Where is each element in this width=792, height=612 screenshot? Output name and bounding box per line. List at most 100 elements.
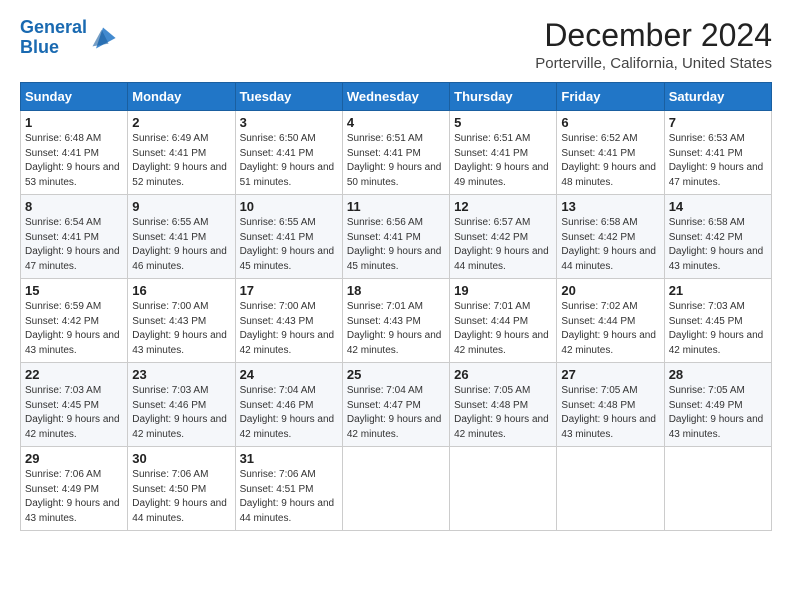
subtitle: Porterville, California, United States <box>535 55 772 72</box>
day-number: 16 <box>132 283 230 298</box>
day-number: 2 <box>132 115 230 130</box>
day-cell: 22 Sunrise: 7:03 AMSunset: 4:45 PMDayligh… <box>21 363 128 447</box>
day-info: Sunrise: 7:00 AMSunset: 4:43 PMDaylight:… <box>240 300 338 358</box>
day-number: 10 <box>240 199 338 214</box>
day-cell: 27Sunrise: 7:05 AMSunset: 4:48 PMDayligh… <box>557 363 664 447</box>
header: General Blue December 2024 Porterville, … <box>20 18 772 72</box>
day-info: Sunrise: 6:57 AMSunset: 4:42 PMDaylight:… <box>454 216 552 274</box>
day-number: 9 <box>132 199 230 214</box>
logo-blue: Blue <box>20 37 59 57</box>
day-info: Sunrise: 6:55 AMSunset: 4:41 PMDaylight:… <box>132 216 230 274</box>
day-number: 28 <box>669 367 767 382</box>
day-of-week-row: SundayMondayTuesdayWednesdayThursdayFrid… <box>21 83 772 111</box>
day-cell: 19Sunrise: 7:01 AMSunset: 4:44 PMDayligh… <box>450 279 557 363</box>
day-info: Sunrise: 7:04 AMSunset: 4:46 PMDaylight:… <box>240 384 338 442</box>
day-number: 18 <box>347 283 445 298</box>
day-info: Sunrise: 7:01 AMSunset: 4:43 PMDaylight:… <box>347 300 445 358</box>
day-info: Sunrise: 7:01 AMSunset: 4:44 PMDaylight:… <box>454 300 552 358</box>
day-cell: 5 Sunrise: 6:51 AMSunset: 4:41 PMDaylight… <box>450 111 557 195</box>
day-info: Sunrise: 7:05 AMSunset: 4:48 PMDaylight:… <box>454 384 552 442</box>
week-row-4: 22 Sunrise: 7:03 AMSunset: 4:45 PMDayligh… <box>21 363 772 447</box>
day-number: 4 <box>347 115 445 130</box>
day-number: 5 <box>454 115 552 130</box>
logo-text: General Blue <box>20 18 87 58</box>
day-cell <box>450 447 557 531</box>
day-info: Sunrise: 6:58 AMSunset: 4:42 PMDaylight:… <box>669 216 767 274</box>
day-cell: 3 Sunrise: 6:50 AMSunset: 4:41 PMDaylight… <box>235 111 342 195</box>
day-cell: 24Sunrise: 7:04 AMSunset: 4:46 PMDayligh… <box>235 363 342 447</box>
calendar-body: 1 Sunrise: 6:48 AMSunset: 4:41 PMDaylight… <box>21 111 772 531</box>
day-number: 31 <box>240 451 338 466</box>
day-number: 15 <box>25 283 123 298</box>
day-number: 23 <box>132 367 230 382</box>
day-info: Sunrise: 7:04 AMSunset: 4:47 PMDaylight:… <box>347 384 445 442</box>
day-cell: 15Sunrise: 6:59 AMSunset: 4:42 PMDayligh… <box>21 279 128 363</box>
day-info: Sunrise: 6:58 AMSunset: 4:42 PMDaylight:… <box>561 216 659 274</box>
day-cell: 8 Sunrise: 6:54 AMSunset: 4:41 PMDaylight… <box>21 195 128 279</box>
day-cell: 4 Sunrise: 6:51 AMSunset: 4:41 PMDaylight… <box>342 111 449 195</box>
main-title: December 2024 <box>535 18 772 53</box>
day-cell: 25 Sunrise: 7:04 AMSunset: 4:47 PMDayligh… <box>342 363 449 447</box>
day-cell: 17 Sunrise: 7:00 AMSunset: 4:43 PMDayligh… <box>235 279 342 363</box>
day-cell: 18 Sunrise: 7:01 AMSunset: 4:43 PMDayligh… <box>342 279 449 363</box>
day-cell: 9 Sunrise: 6:55 AMSunset: 4:41 PMDaylight… <box>128 195 235 279</box>
day-number: 12 <box>454 199 552 214</box>
day-cell: 7Sunrise: 6:53 AMSunset: 4:41 PMDaylight… <box>664 111 771 195</box>
dow-header-saturday: Saturday <box>664 83 771 111</box>
day-info: Sunrise: 7:06 AMSunset: 4:51 PMDaylight:… <box>240 468 338 526</box>
day-info: Sunrise: 7:06 AMSunset: 4:49 PMDaylight:… <box>25 468 123 526</box>
day-cell: 13 Sunrise: 6:58 AMSunset: 4:42 PMDayligh… <box>557 195 664 279</box>
day-info: Sunrise: 7:02 AMSunset: 4:44 PMDaylight:… <box>561 300 659 358</box>
day-number: 14 <box>669 199 767 214</box>
day-cell <box>342 447 449 531</box>
day-info: Sunrise: 7:03 AMSunset: 4:45 PMDaylight:… <box>669 300 767 358</box>
day-number: 17 <box>240 283 338 298</box>
day-number: 22 <box>25 367 123 382</box>
day-number: 11 <box>347 199 445 214</box>
day-cell: 16 Sunrise: 7:00 AMSunset: 4:43 PMDayligh… <box>128 279 235 363</box>
day-number: 13 <box>561 199 659 214</box>
day-info: Sunrise: 7:03 AMSunset: 4:45 PMDaylight:… <box>25 384 123 442</box>
day-cell <box>557 447 664 531</box>
day-info: Sunrise: 6:55 AMSunset: 4:41 PMDaylight:… <box>240 216 338 274</box>
day-info: Sunrise: 6:54 AMSunset: 4:41 PMDaylight:… <box>25 216 123 274</box>
day-number: 27 <box>561 367 659 382</box>
day-info: Sunrise: 6:51 AMSunset: 4:41 PMDaylight:… <box>347 132 445 190</box>
week-row-2: 8 Sunrise: 6:54 AMSunset: 4:41 PMDaylight… <box>21 195 772 279</box>
day-cell: 30Sunrise: 7:06 AMSunset: 4:50 PMDayligh… <box>128 447 235 531</box>
day-cell: 31 Sunrise: 7:06 AMSunset: 4:51 PMDayligh… <box>235 447 342 531</box>
calendar-table: SundayMondayTuesdayWednesdayThursdayFrid… <box>20 82 772 531</box>
day-info: Sunrise: 7:00 AMSunset: 4:43 PMDaylight:… <box>132 300 230 358</box>
logo: General Blue <box>20 18 117 58</box>
day-number: 3 <box>240 115 338 130</box>
day-cell: 10 Sunrise: 6:55 AMSunset: 4:41 PMDayligh… <box>235 195 342 279</box>
day-info: Sunrise: 6:49 AMSunset: 4:41 PMDaylight:… <box>132 132 230 190</box>
day-number: 25 <box>347 367 445 382</box>
day-cell: 11Sunrise: 6:56 AMSunset: 4:41 PMDayligh… <box>342 195 449 279</box>
day-info: Sunrise: 6:51 AMSunset: 4:41 PMDaylight:… <box>454 132 552 190</box>
day-cell: 21Sunrise: 7:03 AMSunset: 4:45 PMDayligh… <box>664 279 771 363</box>
dow-header-wednesday: Wednesday <box>342 83 449 111</box>
day-info: Sunrise: 6:48 AMSunset: 4:41 PMDaylight:… <box>25 132 123 190</box>
day-number: 30 <box>132 451 230 466</box>
day-number: 20 <box>561 283 659 298</box>
day-info: Sunrise: 7:05 AMSunset: 4:49 PMDaylight:… <box>669 384 767 442</box>
day-number: 29 <box>25 451 123 466</box>
day-number: 7 <box>669 115 767 130</box>
day-cell: 26Sunrise: 7:05 AMSunset: 4:48 PMDayligh… <box>450 363 557 447</box>
dow-header-friday: Friday <box>557 83 664 111</box>
day-cell: 14 Sunrise: 6:58 AMSunset: 4:42 PMDayligh… <box>664 195 771 279</box>
dow-header-monday: Monday <box>128 83 235 111</box>
page: General Blue December 2024 Porterville, … <box>0 0 792 612</box>
logo-general: General <box>20 17 87 37</box>
day-info: Sunrise: 6:50 AMSunset: 4:41 PMDaylight:… <box>240 132 338 190</box>
dow-header-sunday: Sunday <box>21 83 128 111</box>
title-block: December 2024 Porterville, California, U… <box>535 18 772 72</box>
day-cell: 28 Sunrise: 7:05 AMSunset: 4:49 PMDayligh… <box>664 363 771 447</box>
day-number: 1 <box>25 115 123 130</box>
day-cell: 1 Sunrise: 6:48 AMSunset: 4:41 PMDaylight… <box>21 111 128 195</box>
day-number: 8 <box>25 199 123 214</box>
logo-icon <box>89 24 117 52</box>
day-cell: 6Sunrise: 6:52 AMSunset: 4:41 PMDaylight… <box>557 111 664 195</box>
dow-header-tuesday: Tuesday <box>235 83 342 111</box>
